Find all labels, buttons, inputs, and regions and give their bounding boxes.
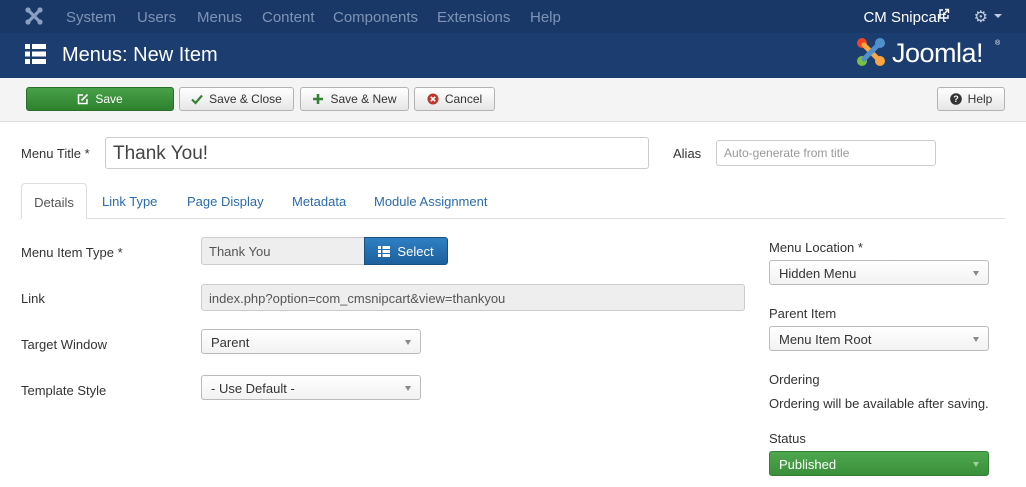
cancel-button[interactable]: Cancel — [414, 87, 495, 111]
parent-item-dropdown[interactable]: Menu Item Root — [769, 326, 989, 351]
alias-label: Alias — [673, 146, 702, 161]
gear-icon[interactable]: ⚙ — [974, 7, 988, 27]
target-window-dropdown[interactable]: Parent — [201, 329, 421, 354]
nav-components[interactable]: Components — [333, 9, 418, 26]
chevron-down-icon — [973, 462, 979, 467]
target-window-value: Parent — [211, 335, 250, 350]
chevron-down-icon — [973, 337, 979, 342]
top-nav-bar: System Users Menus Content Components Ex… — [0, 0, 1026, 33]
external-link-icon — [939, 8, 950, 19]
menu-location-value: Hidden Menu — [779, 266, 857, 281]
save-new-label: Save & New — [330, 92, 397, 106]
cancel-label: Cancel — [444, 92, 483, 106]
nav-help[interactable]: Help — [530, 9, 561, 26]
site-name-link[interactable]: CM Snipcart — [863, 9, 946, 26]
tab-link-type[interactable]: Link Type — [102, 183, 157, 219]
nav-content[interactable]: Content — [262, 9, 315, 26]
nav-system[interactable]: System — [66, 9, 116, 26]
status-dropdown[interactable]: Published — [769, 451, 989, 476]
menu-title-input[interactable]: Thank You! — [105, 137, 649, 169]
cancel-icon — [427, 93, 439, 105]
template-style-label: Template Style — [21, 383, 107, 398]
ordering-text: Ordering will be available after saving. — [769, 396, 989, 411]
joomla-logo-icon[interactable] — [24, 6, 44, 26]
joomla-brand-text: Joomla! — [892, 38, 984, 68]
menu-location-label: Menu Location * — [769, 240, 863, 255]
page-title: Menus: New Item — [62, 44, 218, 66]
help-label: Help — [967, 92, 993, 106]
alias-input[interactable]: Auto-generate from title — [716, 140, 936, 166]
template-style-dropdown[interactable]: - Use Default - — [201, 375, 421, 400]
list-icon — [378, 245, 391, 257]
link-label: Link — [21, 291, 45, 306]
select-button[interactable]: Select — [364, 237, 448, 265]
target-window-label: Target Window — [21, 337, 107, 352]
select-label: Select — [397, 243, 434, 259]
save-label: Save — [95, 92, 123, 106]
parent-item-label: Parent Item — [769, 306, 837, 321]
save-close-button[interactable]: Save & Close — [179, 87, 294, 111]
nav-extensions[interactable]: Extensions — [437, 9, 510, 26]
template-style-value: - Use Default - — [211, 381, 295, 396]
page-header: Menus: New Item Joomla! ® — [0, 33, 1026, 78]
toolbar: Save Save & Close Save & New Cancel ? He… — [0, 78, 1026, 122]
save-new-button[interactable]: Save & New — [300, 87, 409, 111]
tab-page-display[interactable]: Page Display — [187, 183, 264, 219]
list-icon — [25, 44, 46, 64]
menu-item-type-label: Menu Item Type * — [21, 245, 123, 260]
help-button[interactable]: ? Help — [937, 87, 1005, 111]
link-field: index.php?option=com_cmsnipcart&view=tha… — [201, 284, 745, 311]
help-icon: ? — [949, 93, 962, 105]
check-icon — [191, 94, 203, 105]
status-label: Status — [769, 431, 806, 446]
edit-icon — [78, 93, 89, 105]
menu-title-label: Menu Title * — [21, 146, 90, 161]
tab-metadata[interactable]: Metadata — [292, 183, 346, 219]
chevron-down-icon — [405, 340, 411, 345]
registered-mark: ® — [995, 40, 1001, 47]
plus-icon — [313, 94, 324, 104]
chevron-down-icon — [405, 386, 411, 391]
tab-module-assignment[interactable]: Module Assignment — [374, 183, 487, 219]
tab-details[interactable]: Details — [21, 183, 87, 219]
chevron-down-icon — [973, 271, 979, 276]
nav-users[interactable]: Users — [137, 9, 176, 26]
save-close-label: Save & Close — [209, 92, 282, 106]
chevron-down-icon[interactable] — [994, 14, 1002, 18]
parent-item-value: Menu Item Root — [779, 332, 872, 347]
svg-text:?: ? — [953, 94, 959, 104]
joomla-brand-icon — [857, 38, 885, 66]
status-value: Published — [779, 457, 837, 472]
tab-bar: Details Link Type Page Display Metadata … — [20, 183, 1005, 219]
save-button[interactable]: Save — [26, 87, 174, 111]
ordering-label: Ordering — [769, 372, 820, 387]
menu-item-type-field: Thank You — [201, 237, 365, 265]
menu-location-dropdown[interactable]: Hidden Menu — [769, 260, 989, 285]
nav-menus[interactable]: Menus — [197, 9, 242, 26]
